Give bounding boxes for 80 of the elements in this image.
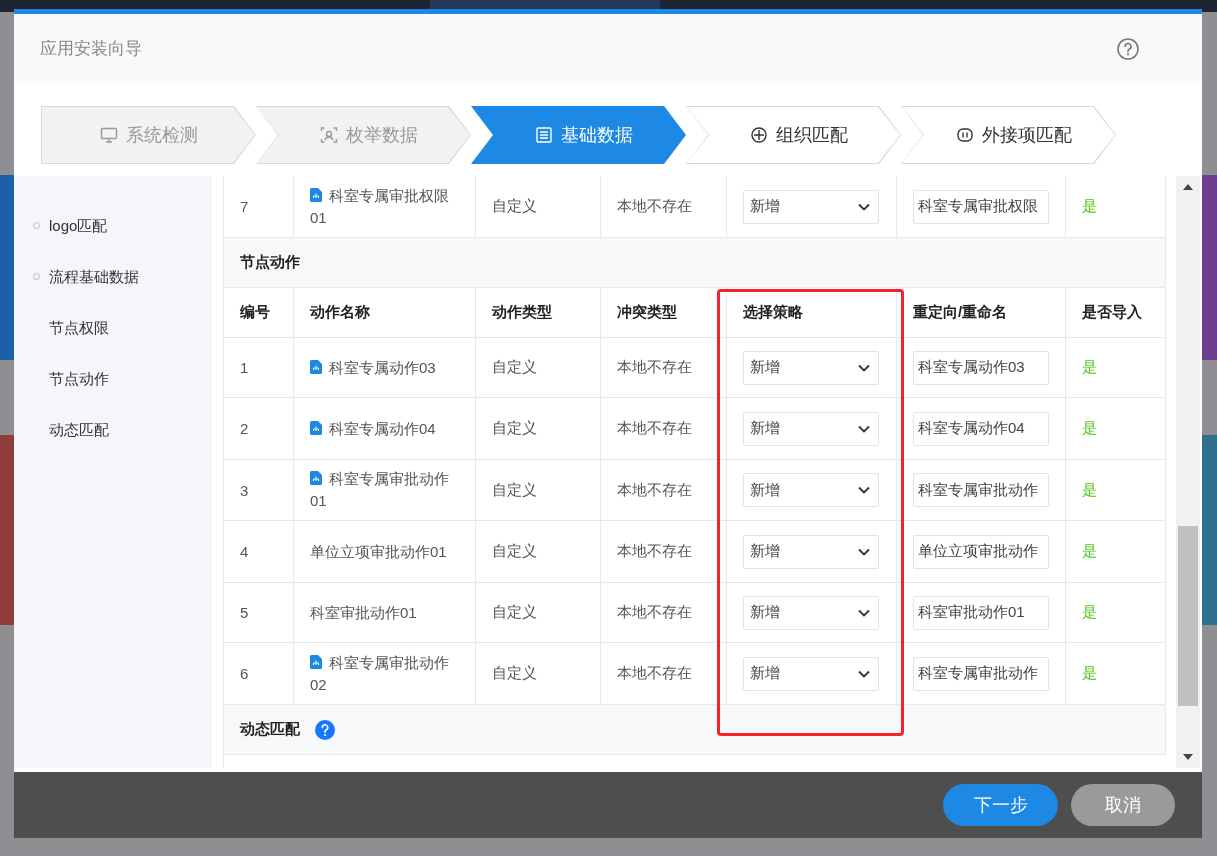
- help-icon[interactable]: [315, 719, 335, 740]
- table-cell: 自定义: [476, 338, 601, 398]
- chevron-down-icon: [858, 424, 870, 433]
- table-cell: 3: [224, 460, 294, 521]
- footer-button[interactable]: 下一步: [943, 784, 1058, 826]
- rename-field[interactable]: 科室专属审批动作: [913, 656, 1049, 691]
- table-cell: 4: [224, 521, 294, 583]
- table-cell: 自定义: [476, 398, 601, 460]
- scrollbar[interactable]: [1176, 176, 1200, 768]
- column-header: 编号: [224, 288, 294, 338]
- section-title: 节点动作: [240, 253, 300, 272]
- strategy-select[interactable]: 新增: [743, 595, 879, 630]
- chevron-down-icon: [858, 202, 870, 211]
- action-name: 科室审批动作01: [310, 602, 417, 623]
- column-header: 冲突类型: [601, 288, 727, 338]
- column-header: 动作名称: [294, 288, 476, 338]
- section-title: 动态匹配: [240, 720, 300, 739]
- monitor-icon: [99, 126, 118, 144]
- help-icon[interactable]: [1116, 36, 1140, 61]
- strategy-select[interactable]: 新增: [743, 656, 879, 691]
- scroll-thumb[interactable]: [1178, 526, 1198, 706]
- strategy-select[interactable]: 新增: [743, 534, 879, 569]
- document-icon: [310, 471, 322, 485]
- column-header: 选择策略: [727, 288, 897, 338]
- table-cell: 自定义: [476, 460, 601, 521]
- wizard-step[interactable]: 基础数据: [471, 106, 686, 164]
- rename-field[interactable]: 科室专属审批权限: [913, 189, 1049, 224]
- scroll-down-icon[interactable]: [1183, 754, 1193, 760]
- dialog-title: 应用安装向导: [40, 38, 142, 60]
- sidebar-item[interactable]: 动态匹配: [14, 404, 212, 455]
- action-name: 科室专属动作03: [310, 356, 436, 379]
- action-name: 科室专属审批动作01: [310, 469, 450, 511]
- table-cell: 是: [1066, 398, 1166, 460]
- action-name: 科室专属动作04: [310, 417, 436, 440]
- strategy-select[interactable]: 新增: [743, 189, 879, 224]
- table-cell: 本地不存在: [601, 583, 727, 643]
- table-cell: 本地不存在: [601, 338, 727, 398]
- table-cell: 是: [1066, 583, 1166, 643]
- column-header: 是否导入: [1066, 288, 1166, 338]
- wizard-step[interactable]: 外接项匹配: [901, 106, 1116, 164]
- strategy-select[interactable]: 新增: [743, 473, 879, 507]
- chevron-down-icon: [858, 486, 870, 494]
- sidebar-item[interactable]: 节点动作: [14, 353, 212, 404]
- document-icon: [310, 359, 322, 374]
- strategy-select[interactable]: 新增: [743, 350, 879, 385]
- document-icon: [310, 654, 322, 669]
- sidebar-item[interactable]: logo匹配: [14, 200, 212, 251]
- document-icon: [310, 187, 322, 202]
- chevron-down-icon: [858, 363, 870, 372]
- table-cell: 是: [1066, 460, 1166, 521]
- table-cell: 2: [224, 398, 294, 460]
- table-cell: 自定义: [476, 521, 601, 583]
- table-cell: 5: [224, 583, 294, 643]
- sidebar-item[interactable]: 流程基础数据: [14, 251, 212, 302]
- action-name: 科室专属审批动作02: [310, 652, 450, 695]
- column-header: 动作类型: [476, 288, 601, 338]
- scroll-up-icon[interactable]: [1183, 184, 1193, 190]
- chevron-down-icon: [858, 547, 870, 556]
- rename-field[interactable]: 科室专属动作03: [913, 350, 1049, 385]
- table-cell: 本地不存在: [601, 460, 727, 521]
- chevron-down-icon: [858, 669, 870, 678]
- wizard-step[interactable]: 组织匹配: [686, 106, 901, 164]
- rename-field[interactable]: 单位立项审批动作: [913, 534, 1049, 569]
- table-cell: 自定义: [476, 583, 601, 643]
- document-icon: [310, 420, 322, 435]
- table-cell: 本地不存在: [601, 398, 727, 460]
- action-name: 单位立项审批动作01: [310, 541, 447, 562]
- table-cell: 1: [224, 338, 294, 398]
- rename-field[interactable]: 科室专属动作04: [913, 411, 1049, 446]
- table-cell: 本地不存在: [601, 521, 727, 583]
- chevron-down-icon: [858, 608, 870, 617]
- action-name: 科室专属审批权限01: [310, 185, 450, 228]
- rename-field[interactable]: 科室专属审批动作: [913, 473, 1049, 507]
- scan-icon: [319, 126, 338, 144]
- table-cell: 是: [1066, 521, 1166, 583]
- list-icon: [534, 126, 553, 144]
- table-cell: 是: [1066, 338, 1166, 398]
- sidebar-item[interactable]: 节点权限: [14, 302, 212, 353]
- rename-field[interactable]: 科室审批动作01: [913, 595, 1049, 630]
- strategy-select[interactable]: 新增: [743, 411, 879, 446]
